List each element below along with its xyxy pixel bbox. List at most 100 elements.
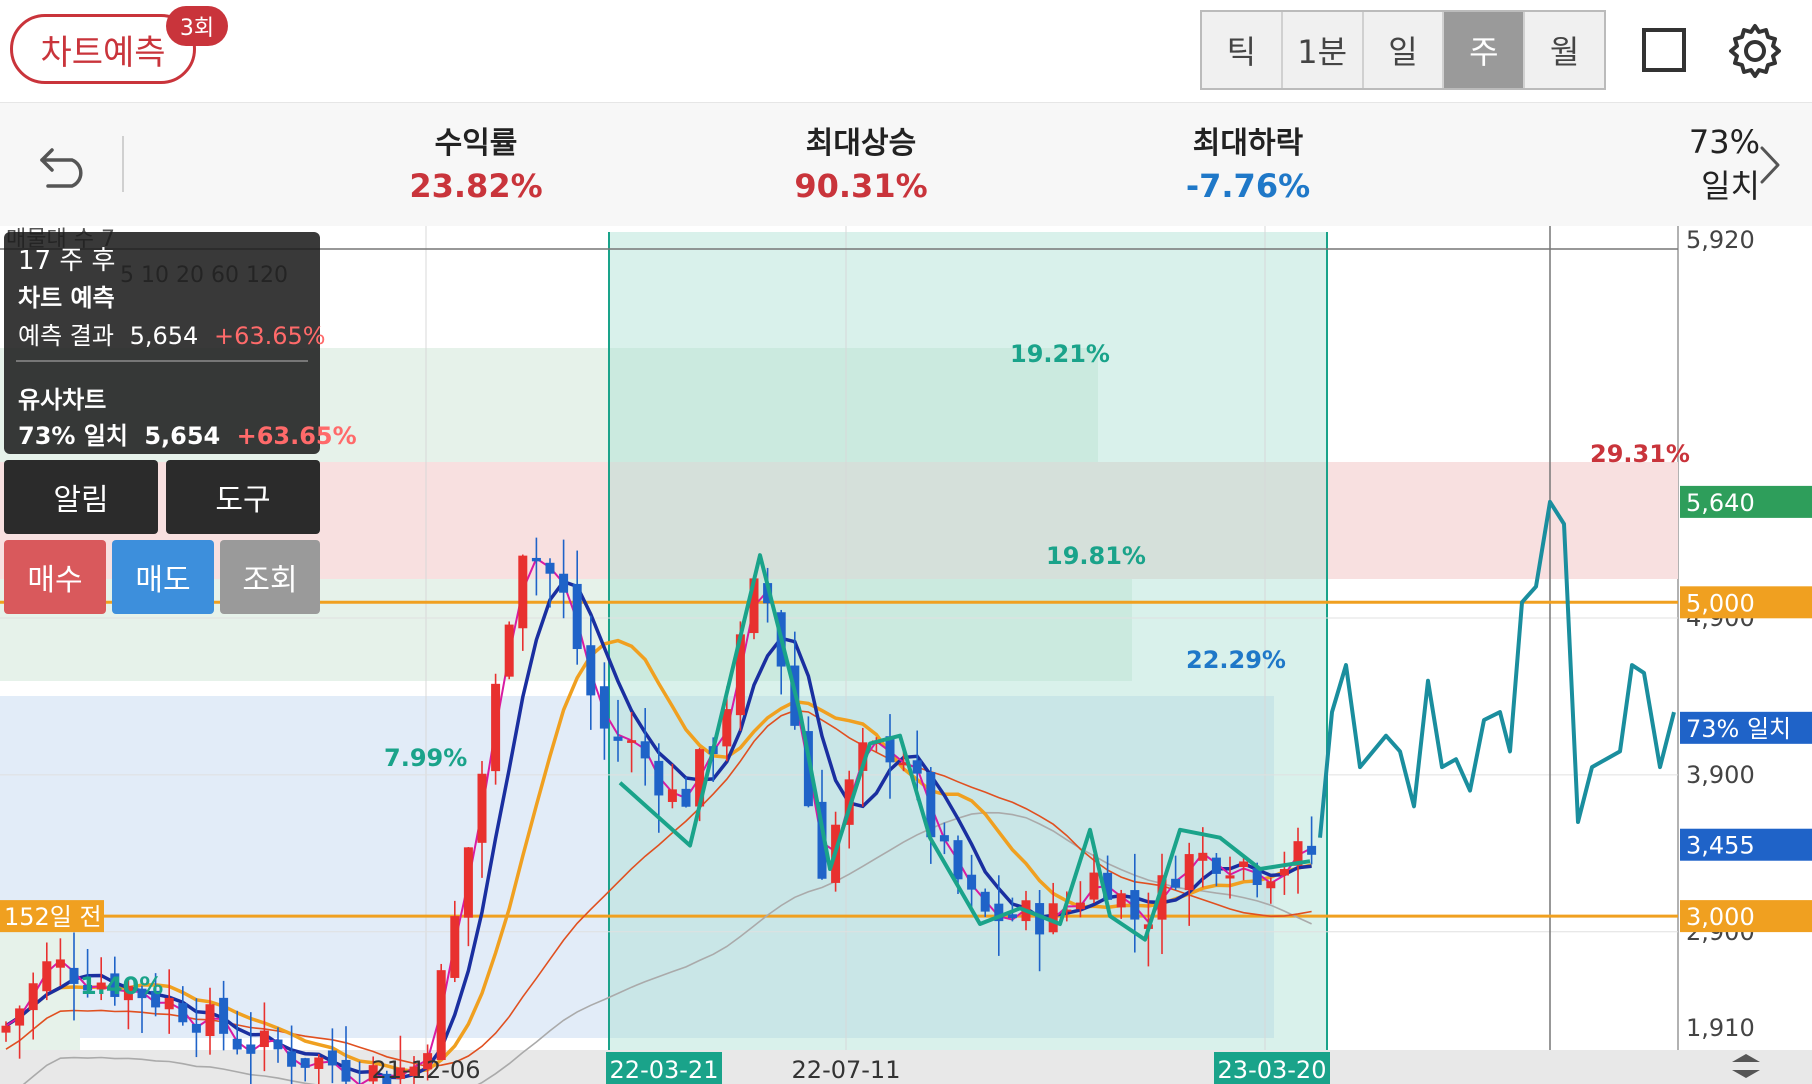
price-tag-label: 3,455 <box>1686 832 1755 860</box>
candle-body <box>559 573 569 593</box>
candle-body <box>627 740 637 743</box>
candle-body <box>572 583 582 650</box>
match-summary[interactable]: 73% 일치 <box>1640 120 1760 208</box>
stats-divider <box>122 136 124 192</box>
time-axis-background <box>0 1050 1812 1084</box>
candle-body <box>205 1004 215 1037</box>
chart-predict-section-title: 차트 예측 <box>18 284 115 312</box>
candle-body <box>667 789 677 802</box>
max-fall-label: 최대하락 <box>1192 126 1304 161</box>
candle-body <box>450 916 460 978</box>
candle-body <box>599 686 609 729</box>
candle-body <box>1266 881 1276 889</box>
max-rise-stat: 최대상승 90.31% <box>731 124 991 208</box>
candle-body <box>15 1008 25 1026</box>
candle-body <box>1184 854 1194 891</box>
inquiry-button[interactable]: 조회 <box>220 540 320 614</box>
candle-body <box>1007 914 1017 919</box>
predict-result-change: +63.65% <box>213 322 326 350</box>
region-percent-label: 19.21% <box>1010 340 1110 368</box>
period-selector: 틱 1분 일 주 월 <box>1200 10 1606 90</box>
y-tick-label: 3,900 <box>1686 761 1755 789</box>
candle-body <box>939 835 949 842</box>
candle-body <box>545 562 555 574</box>
candle-body <box>28 983 38 1011</box>
undo-icon[interactable] <box>36 140 92 188</box>
similar-change: +63.65% <box>236 422 357 450</box>
predict-result-row: 예측 결과 5,654 +63.65% <box>18 316 326 351</box>
panel-divider <box>16 360 308 362</box>
period-1min-button[interactable]: 1분 <box>1283 12 1364 88</box>
return-stat: 수익률 23.82% <box>346 124 606 208</box>
candle-body <box>287 1051 297 1067</box>
sell-button[interactable]: 매도 <box>112 540 214 614</box>
candle-body <box>178 1003 188 1023</box>
candle-body <box>953 840 963 880</box>
region-percent-label: 29.31% <box>1590 440 1690 468</box>
candle-body <box>967 874 977 890</box>
period-week-button[interactable]: 주 <box>1444 12 1526 88</box>
price-tag-label: 5,640 <box>1686 489 1755 517</box>
candle-body <box>1279 869 1289 876</box>
candle-body <box>273 1039 283 1050</box>
candle-body <box>1130 890 1140 920</box>
candle-body <box>219 997 229 1034</box>
candle-body <box>42 961 52 992</box>
x-tick-label: 22-07-11 <box>792 1056 901 1084</box>
candle-body <box>1089 872 1099 900</box>
alert-button[interactable]: 알림 <box>4 460 158 534</box>
top-bar: 차트예측 3회 틱 1분 일 주 월 <box>0 0 1812 102</box>
candle-body <box>1198 852 1208 861</box>
fullscreen-icon[interactable] <box>1642 28 1686 72</box>
period-day-button[interactable]: 일 <box>1364 12 1445 88</box>
candle-body <box>232 1038 242 1050</box>
period-month-button[interactable]: 월 <box>1525 12 1604 88</box>
region-percent-label: 19.81% <box>1046 542 1146 570</box>
chart-predict-label: 차트예측 <box>40 32 166 73</box>
candle-body <box>1048 903 1058 933</box>
tools-button[interactable]: 도구 <box>166 460 320 534</box>
candle-body <box>586 645 596 696</box>
candle-body <box>436 970 446 1060</box>
candle-body <box>1 1025 11 1033</box>
candle-body <box>314 1057 324 1069</box>
similar-chart-row: 73% 일치 5,654 +63.65% <box>18 416 357 451</box>
candle-body <box>1075 902 1085 910</box>
level-left-tag-label: 152일 전 <box>4 903 102 931</box>
candle-body <box>1225 875 1235 879</box>
candle-body <box>912 760 922 774</box>
max-rise-value: 90.31% <box>794 167 928 205</box>
max-fall-value: -7.76% <box>1185 167 1311 205</box>
similar-period-highlight <box>609 232 1327 1050</box>
similar-price: 5,654 <box>144 422 221 450</box>
candle-body <box>327 1050 337 1066</box>
region-percent-label: 7.99% <box>384 744 467 772</box>
candle-body <box>1211 857 1221 874</box>
candle-body <box>518 555 528 629</box>
gear-icon[interactable] <box>1726 22 1784 80</box>
candle-body <box>1239 861 1249 868</box>
candle-body <box>69 967 79 984</box>
return-value: 23.82% <box>409 167 543 205</box>
buy-button[interactable]: 매수 <box>4 540 106 614</box>
weeks-after-label: 17 주 후 <box>18 246 116 276</box>
candle-body <box>300 1058 310 1068</box>
candle-body <box>463 847 473 918</box>
y-tick-label: 5,920 <box>1686 226 1755 254</box>
candle-body <box>55 959 65 968</box>
candle-body <box>477 773 487 843</box>
x-tick-label: 23-03-20 <box>1218 1056 1327 1084</box>
candle-body <box>531 557 541 562</box>
candle-body <box>191 1023 201 1033</box>
candle-body <box>341 1059 351 1082</box>
chevron-right-icon[interactable] <box>1752 140 1788 190</box>
candle-body <box>654 760 664 796</box>
match-percent: 73% <box>1688 123 1760 161</box>
region-percent-label: 22.29% <box>1186 646 1286 674</box>
x-tick-label: 21-12-06 <box>372 1056 481 1084</box>
region-percent-label: 1.40% <box>80 972 163 1000</box>
period-tick-button[interactable]: 틱 <box>1202 12 1283 88</box>
x-tick-label: 22-03-21 <box>610 1056 719 1084</box>
candle-body <box>980 891 990 912</box>
similar-match-label: 73% 일치 <box>18 422 128 450</box>
